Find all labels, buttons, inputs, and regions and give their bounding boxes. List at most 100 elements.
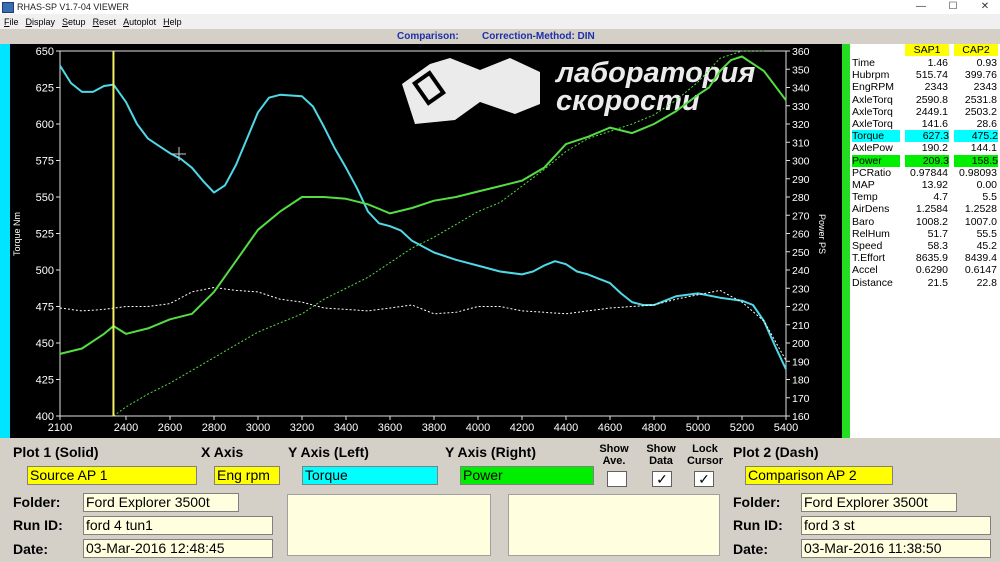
readout-row: Time 1.46 0.93 xyxy=(850,57,1000,69)
right-runid-label: Run ID: xyxy=(733,517,783,533)
left-notes-box[interactable] xyxy=(287,494,491,556)
left-axis-tick-label: 550 xyxy=(36,192,54,204)
left-axis-color-strip xyxy=(0,44,10,438)
menu-help[interactable]: Help xyxy=(163,17,182,27)
readout-row: T.Effort 8635.9 8439.4 xyxy=(850,252,1000,264)
readout-value-sap1: 190.2 xyxy=(921,142,948,155)
readout-value-cap2: 158.5 xyxy=(954,154,998,167)
close-button[interactable]: ✕ xyxy=(974,1,996,13)
right-folder-label: Folder: xyxy=(733,494,781,510)
right-axis-tick-label: 330 xyxy=(792,101,810,113)
show-ave-label: Show Ave. xyxy=(599,443,629,467)
left-axis-tick-label: 650 xyxy=(36,46,54,58)
readout-row: AxlePow 190.2 144.1 xyxy=(850,142,1000,154)
menu-display[interactable]: Display xyxy=(26,17,56,27)
correction-method-label: Correction-Method: DIN xyxy=(482,31,595,42)
yaxis-right-label: Y Axis (Right) xyxy=(445,444,537,460)
right-runid-field[interactable]: ford 3 st xyxy=(801,516,991,535)
readout-label: Time xyxy=(852,57,875,69)
right-axis-tick-label: 240 xyxy=(792,265,810,277)
menu-display-label: isplay xyxy=(32,16,56,27)
left-date-label: Date: xyxy=(13,541,49,557)
readout-label: MAP xyxy=(852,179,875,191)
readout-row: Baro 1008.2 1007.0 xyxy=(850,216,1000,228)
menu-reset-label: eset xyxy=(99,16,117,27)
readout-value-cap2: 1007.0 xyxy=(964,215,997,228)
readout-label: Temp xyxy=(852,191,878,204)
plot2-source-select[interactable]: Comparison AP 2 xyxy=(745,466,893,485)
yaxis-left-select[interactable]: Torque xyxy=(302,466,438,485)
left-runid-field[interactable]: ford 4 tun1 xyxy=(83,516,273,535)
menu-file[interactable]: File xyxy=(4,17,19,27)
readout-label: Distance xyxy=(852,276,893,289)
x-axis-tick-label: 5000 xyxy=(686,422,710,434)
readout-row: MAP 13.92 0.00 xyxy=(850,179,1000,191)
readout-label: AxlePow xyxy=(852,142,893,155)
readout-value-sap1: 2590.8 xyxy=(915,93,948,106)
menu-reset[interactable]: Reset xyxy=(93,17,117,27)
left-runid-label: Run ID: xyxy=(13,517,63,533)
data-readout-panel: SAP1 CAP2 Time 1.46 0.93 Hubrpm 515.74 399.76… xyxy=(850,44,1000,438)
xaxis-select[interactable]: Eng rpm xyxy=(214,466,280,485)
yaxis-right-select[interactable]: Power xyxy=(460,466,594,485)
readout-label: AxleTorq xyxy=(852,118,893,130)
menu-setup[interactable]: Setup xyxy=(62,17,86,27)
readout-value-sap1: 627.3 xyxy=(905,130,949,143)
readout-label: Speed xyxy=(852,240,883,252)
readout-value-cap2: 8439.4 xyxy=(964,252,997,265)
left-axis-tick-label: 450 xyxy=(36,338,54,350)
left-folder-field[interactable]: Ford Explorer 3500t xyxy=(83,493,239,512)
lock-cursor-checkbox[interactable]: ✓ xyxy=(694,471,714,487)
show-data-checkbox[interactable]: ✓ xyxy=(652,471,672,487)
left-axis-tick-label: 575 xyxy=(36,156,54,168)
menu-autoplot[interactable]: Autoplot xyxy=(123,17,156,27)
readout-label: RelHum xyxy=(852,227,890,240)
chart-area[interactable]: лаборатория скорости Torque Nm Power PS … xyxy=(0,44,850,438)
readout-row: Power 209.3 158.5 xyxy=(850,154,1000,167)
readout-label: AxleTorq xyxy=(852,105,893,118)
readout-label: Power xyxy=(852,154,900,167)
readout-value-sap1: 4.7 xyxy=(933,191,948,204)
title-bar: RHAS-SP V1.7-04 VIEWER — ☐ ✕ xyxy=(0,0,1000,14)
right-axis-title: Power PS xyxy=(817,214,827,254)
x-axis-tick-label: 3000 xyxy=(246,422,270,434)
readout-value-sap1: 58.3 xyxy=(927,240,948,252)
right-axis-tick-label: 320 xyxy=(792,119,810,131)
left-axis-tick-label: 475 xyxy=(36,302,54,314)
info-strip: Comparison: Correction-Method: DIN xyxy=(0,29,1000,44)
right-axis-tick-label: 200 xyxy=(792,338,810,350)
readout-label: Baro xyxy=(852,215,875,228)
readout-label: PCRatio xyxy=(852,166,892,179)
x-axis-tick-label: 5200 xyxy=(730,422,754,434)
x-axis-tick-label: 2100 xyxy=(48,422,72,434)
readout-value-cap2: 2343 xyxy=(973,81,997,94)
x-axis-tick-label: 2600 xyxy=(158,422,182,434)
minimize-button[interactable]: — xyxy=(910,1,932,13)
right-date-field[interactable]: 03-Mar-2016 11:38:50 xyxy=(801,539,991,558)
readout-label: Torque xyxy=(852,130,900,143)
readout-label: EngRPM xyxy=(852,81,895,94)
dyno-chart[interactable]: лаборатория скорости Torque Nm Power PS … xyxy=(10,44,842,438)
show-ave-checkbox[interactable] xyxy=(607,471,627,487)
left-date-field[interactable]: 03-Mar-2016 12:48:45 xyxy=(83,539,273,558)
menu-file-label: ile xyxy=(9,16,19,27)
left-axis-tick-label: 425 xyxy=(36,375,54,387)
readout-value-sap1: 1.46 xyxy=(927,57,948,69)
readout-value-cap2: 28.6 xyxy=(976,118,997,130)
readout-row: Speed 58.3 45.2 xyxy=(850,240,1000,252)
readout-value-cap2: 0.93 xyxy=(976,57,997,69)
readout-label: T.Effort xyxy=(852,252,886,265)
right-folder-field[interactable]: Ford Explorer 3500t xyxy=(801,493,957,512)
x-axis-tick-label: 3600 xyxy=(378,422,402,434)
show-data-label: Show Data xyxy=(646,443,676,467)
right-notes-box[interactable] xyxy=(508,494,720,556)
plot1-source-select[interactable]: Source AP 1 xyxy=(27,466,197,485)
right-axis-tick-label: 300 xyxy=(792,156,810,168)
readout-value-cap2: 1.2528 xyxy=(964,203,997,216)
crosshair-cursor-icon xyxy=(172,147,186,161)
right-axis-tick-label: 310 xyxy=(792,137,810,149)
right-axis-tick-label: 290 xyxy=(792,174,810,186)
readout-value-sap1: 2449.1 xyxy=(915,105,948,118)
readout-value-cap2: 45.2 xyxy=(976,240,997,252)
maximize-button[interactable]: ☐ xyxy=(942,1,964,13)
